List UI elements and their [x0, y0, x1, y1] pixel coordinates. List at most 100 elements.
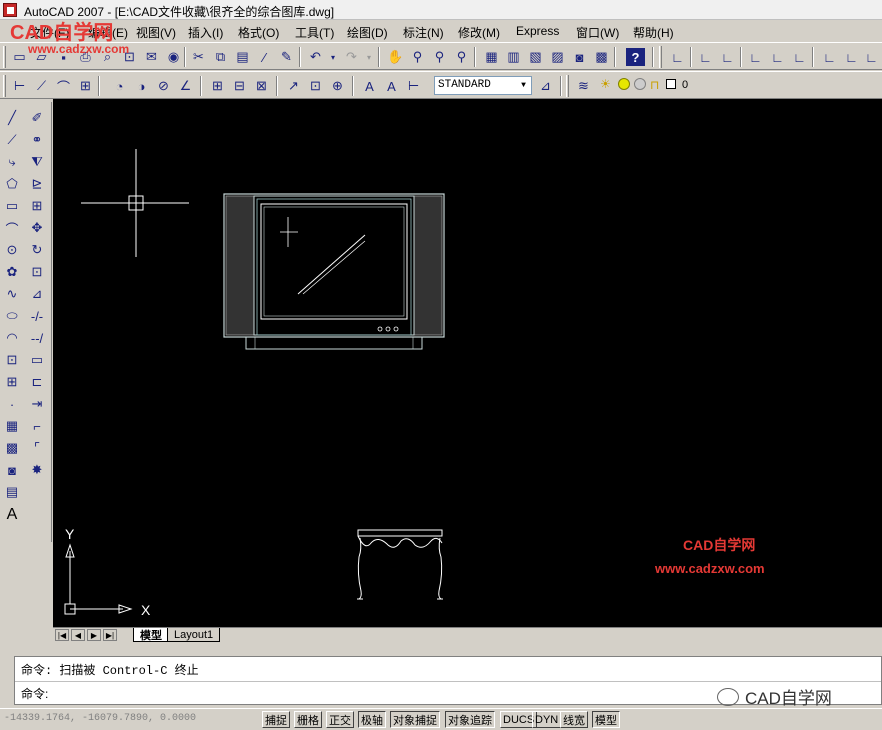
first-tab-icon[interactable]: |◀ [55, 629, 69, 641]
command-prompt[interactable]: 命令: [21, 685, 48, 702]
otrack-toggle[interactable]: 对象追踪 [445, 711, 495, 728]
zoom-window-icon[interactable]: ⚲ [430, 48, 449, 66]
help-icon[interactable]: ? [626, 48, 645, 66]
sheet-set-icon[interactable]: ▨ [548, 48, 567, 66]
menu-help[interactable]: 帮助(H) [633, 24, 674, 41]
stretch-icon[interactable]: ⊿ [26, 284, 48, 304]
break-icon[interactable]: ⊏ [26, 372, 48, 392]
lightbulb-icon[interactable]: ☀ [600, 77, 611, 91]
markup-icon[interactable]: ◙ [570, 48, 589, 66]
undo-dropdown-icon[interactable]: ▾ [328, 48, 338, 66]
extend-icon[interactable]: --/ [26, 328, 48, 348]
menu-view[interactable]: 视图(V) [136, 24, 176, 41]
toolbar-grip[interactable] [3, 75, 6, 97]
pan-icon[interactable]: ✋ [386, 48, 405, 66]
next-tab-icon[interactable]: ▶ [87, 629, 101, 641]
toolbar-grip[interactable] [659, 46, 662, 68]
toolbar-grip[interactable] [3, 46, 6, 68]
dim-angular-icon[interactable]: ∠ [176, 77, 195, 95]
ucs-x-icon[interactable]: ∟ [820, 48, 839, 66]
line-icon[interactable]: ╱ [1, 108, 23, 128]
mirror-icon[interactable]: ⧨ [26, 152, 48, 172]
match-properties-icon[interactable]: ∕ [255, 48, 274, 66]
menu-window[interactable]: 窗口(W) [576, 24, 619, 41]
polygon-icon[interactable]: ⬠ [1, 174, 23, 194]
dim-radius-icon[interactable]: ◔ [110, 77, 129, 95]
prev-tab-icon[interactable]: ◀ [71, 629, 85, 641]
dyn-toggle[interactable]: DYN [532, 711, 562, 728]
toolbar-grip[interactable] [566, 75, 569, 97]
menu-tools[interactable]: 工具(T) [295, 24, 334, 41]
gradient-icon[interactable]: ▩ [1, 438, 23, 458]
qleader-icon[interactable]: ↗ [284, 77, 303, 95]
layer-color-swatch[interactable] [666, 79, 676, 89]
ucs-z-icon[interactable]: ∟ [862, 48, 881, 66]
offset-icon[interactable]: ⊵ [26, 174, 48, 194]
calculator-icon[interactable]: ▩ [592, 48, 611, 66]
rotate-icon[interactable]: ↻ [26, 240, 48, 260]
coordinates-readout[interactable]: -14339.1764, -16079.7890, 0.0000 [4, 713, 196, 724]
menu-draw[interactable]: 绘图(D) [347, 24, 388, 41]
dim-ordinate-icon[interactable]: ⊞ [76, 77, 95, 95]
web-icon[interactable]: ◉ [164, 48, 183, 66]
menu-express[interactable]: Express [516, 24, 559, 38]
polar-toggle[interactable]: 极轴 [358, 711, 386, 728]
autocad-app-icon[interactable] [3, 3, 17, 17]
sun-icon[interactable] [618, 78, 630, 90]
last-tab-icon[interactable]: ▶| [103, 629, 117, 641]
zoom-realtime-icon[interactable]: ⚲ [408, 48, 427, 66]
dim-text-edit-icon[interactable]: A [382, 77, 401, 95]
insert-block-icon[interactable]: ⊡ [1, 350, 23, 370]
circle-icon[interactable]: ⊙ [1, 240, 23, 260]
redo-icon[interactable]: ↷ [342, 48, 361, 66]
ellipse-arc-icon[interactable]: ◠ [1, 328, 23, 348]
join-icon[interactable]: ⇥ [26, 394, 48, 414]
break-at-point-icon[interactable]: ▭ [26, 350, 48, 370]
ucs-object-icon[interactable]: ∟ [768, 48, 787, 66]
grid-toggle[interactable]: 栅格 [294, 711, 322, 728]
dim-aligned-icon[interactable]: ⟋ [32, 77, 51, 95]
tab-model[interactable]: 模型 [133, 628, 169, 642]
copy-icon[interactable]: ⧉ [211, 48, 230, 66]
hatch-icon[interactable]: ▦ [1, 416, 23, 436]
arc-icon[interactable]: ⌒ [1, 218, 23, 238]
make-block-icon[interactable]: ⊞ [1, 372, 23, 392]
cut-icon[interactable]: ✂ [189, 48, 208, 66]
ucs-previous-icon[interactable]: ∟ [718, 48, 737, 66]
menu-modify[interactable]: 修改(M) [458, 24, 500, 41]
dim-diameter-icon[interactable]: ⊘ [154, 77, 173, 95]
fillet-icon[interactable]: ⌜ [26, 438, 48, 458]
model-toggle[interactable]: 模型 [592, 711, 620, 728]
ucs-view-icon[interactable]: ∟ [790, 48, 809, 66]
snap-toggle[interactable]: 捕捉 [262, 711, 290, 728]
chamfer-icon[interactable]: ⌐ [26, 416, 48, 436]
menu-dimension[interactable]: 标注(N) [403, 24, 444, 41]
properties-icon[interactable]: ▦ [482, 48, 501, 66]
ucs-y-icon[interactable]: ∟ [842, 48, 861, 66]
ucs-icon[interactable]: ∟ [668, 48, 687, 66]
etransmit-icon[interactable]: ✉ [142, 48, 161, 66]
center-mark-icon[interactable]: ⊕ [328, 77, 347, 95]
spline-icon[interactable]: ∿ [1, 284, 23, 304]
zoom-previous-icon[interactable]: ⚲ [452, 48, 471, 66]
dim-edit-icon[interactable]: A [360, 77, 379, 95]
paste-icon[interactable]: ▤ [233, 48, 252, 66]
ucs-face-icon[interactable]: ∟ [746, 48, 765, 66]
lineweight-toggle[interactable]: 线宽 [560, 711, 588, 728]
scale-icon[interactable]: ⊡ [26, 262, 48, 282]
tolerance-icon[interactable]: ⊡ [306, 77, 325, 95]
tool-palettes-icon[interactable]: ▧ [526, 48, 545, 66]
dim-jogged-icon[interactable]: ◑ [132, 77, 151, 95]
freeze-viewport-icon[interactable] [634, 78, 646, 90]
dim-baseline-icon[interactable]: ⊟ [230, 77, 249, 95]
ellipse-icon[interactable]: ⬭ [1, 306, 23, 326]
rectangle-icon[interactable]: ▭ [1, 196, 23, 216]
table-icon[interactable]: ▤ [1, 482, 23, 502]
trim-icon[interactable]: -/- [26, 306, 48, 326]
polyline-icon[interactable]: ⤷ [1, 152, 23, 172]
drawing-canvas[interactable]: Y X CAD自学网 www.cadzxw.com [53, 99, 882, 627]
block-editor-icon[interactable]: ✎ [277, 48, 296, 66]
lock-icon[interactable]: ⊓ [650, 78, 659, 92]
mtext-icon[interactable]: A [1, 505, 23, 525]
dim-continue-icon[interactable]: ⊠ [252, 77, 271, 95]
